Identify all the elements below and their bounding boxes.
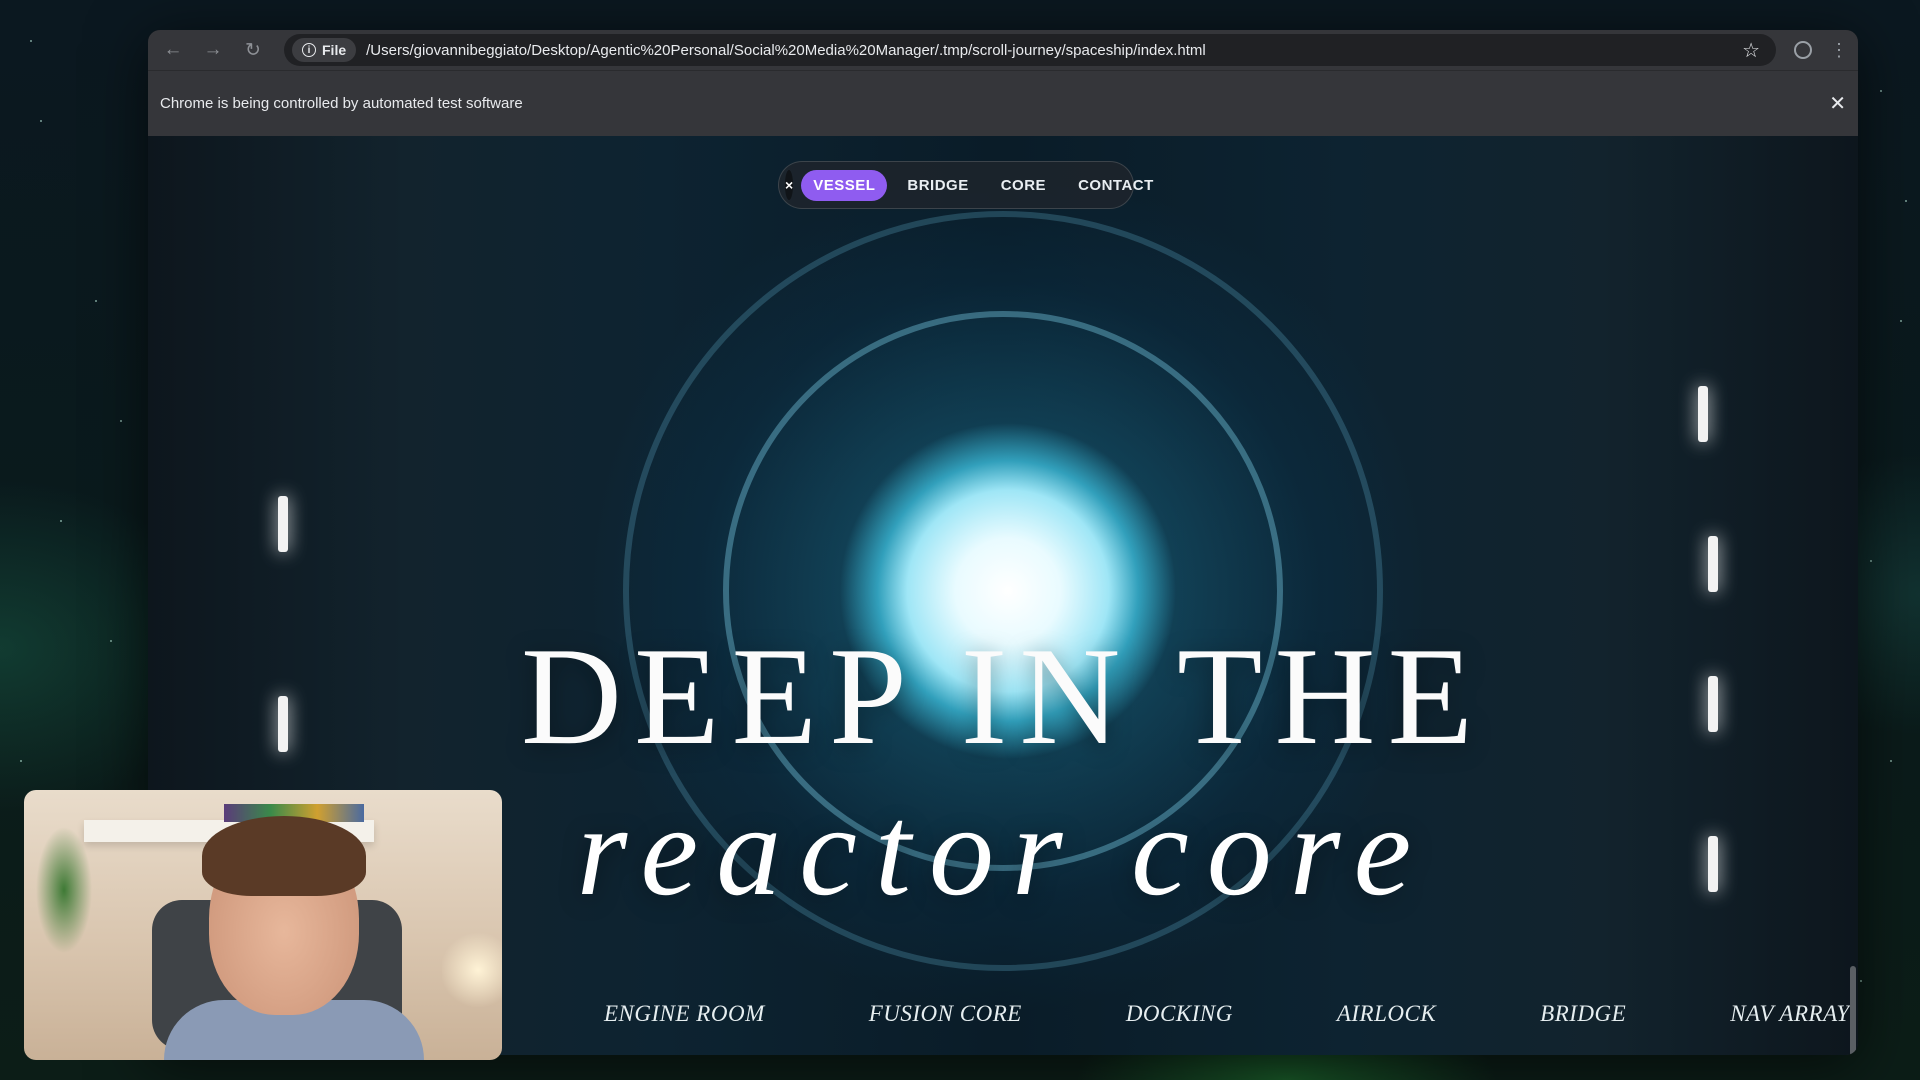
back-arrow-icon[interactable]: ←: [158, 35, 188, 65]
person-hair: [202, 816, 366, 896]
close-icon[interactable]: ✕: [1829, 91, 1846, 116]
star-dot: [95, 300, 97, 302]
kebab-menu-icon[interactable]: ⋮: [1830, 41, 1848, 59]
reload-icon[interactable]: ↻: [238, 35, 268, 65]
address-bar[interactable]: i File /Users/giovannibeggiato/Desktop/A…: [284, 34, 1776, 66]
star-icon[interactable]: ☆: [1742, 38, 1760, 63]
star-dot: [20, 760, 22, 762]
nav-link-vessel[interactable]: VESSEL: [801, 169, 888, 201]
automation-infobar: Chrome is being controlled by automated …: [148, 70, 1858, 136]
nav-link-bridge[interactable]: BRIDGE: [895, 170, 980, 201]
scrollbar[interactable]: [1850, 966, 1856, 1055]
url-text[interactable]: /Users/giovannibeggiato/Desktop/Agentic%…: [366, 42, 1732, 59]
scheme-label: File: [322, 42, 347, 58]
star-dot: [60, 520, 62, 522]
section-label-nav-array[interactable]: NAV ARRAY: [1730, 1001, 1849, 1027]
section-strip: ENGINE ROOM FUSION CORE DOCKING AIRLOCK …: [604, 1001, 1850, 1027]
star-dot: [40, 120, 42, 122]
star-dot: [30, 40, 32, 42]
section-label-engine-room[interactable]: ENGINE ROOM: [604, 1001, 765, 1027]
wall-light: [278, 496, 288, 552]
webcam-overlay: [24, 790, 502, 1060]
section-nav: × VESSEL BRIDGE CORE CONTACT: [778, 161, 1153, 209]
star-dot: [1870, 560, 1872, 562]
infobar-text: Chrome is being controlled by automated …: [160, 95, 523, 112]
star-dot: [120, 420, 122, 422]
profile-icon[interactable]: [1794, 41, 1812, 59]
section-label-bridge[interactable]: BRIDGE: [1540, 1001, 1626, 1027]
star-dot: [1880, 90, 1882, 92]
info-icon: i: [302, 43, 316, 57]
nav-link-core[interactable]: CORE: [989, 170, 1058, 201]
star-dot: [1890, 760, 1892, 762]
section-label-fusion-core[interactable]: FUSION CORE: [869, 1001, 1022, 1027]
star-dot: [1905, 200, 1907, 202]
site-info-chip[interactable]: i File: [292, 38, 357, 62]
browser-toolbar: ← → ↻ i File /Users/giovannibeggiato/Des…: [148, 30, 1858, 70]
section-label-docking[interactable]: DOCKING: [1126, 1001, 1233, 1027]
wall-light: [1708, 536, 1718, 592]
star-dot: [1900, 320, 1902, 322]
nav-link-contact[interactable]: CONTACT: [1066, 170, 1166, 201]
hero-title: DEEP IN THE: [520, 619, 1486, 774]
star-dot: [1860, 980, 1862, 982]
star-dot: [110, 640, 112, 642]
wall-light: [1698, 386, 1708, 442]
lamp-image: [442, 930, 502, 1010]
section-label-airlock[interactable]: AIRLOCK: [1337, 1001, 1436, 1027]
nav-close-button[interactable]: ×: [785, 170, 794, 200]
forward-arrow-icon[interactable]: →: [198, 35, 228, 65]
